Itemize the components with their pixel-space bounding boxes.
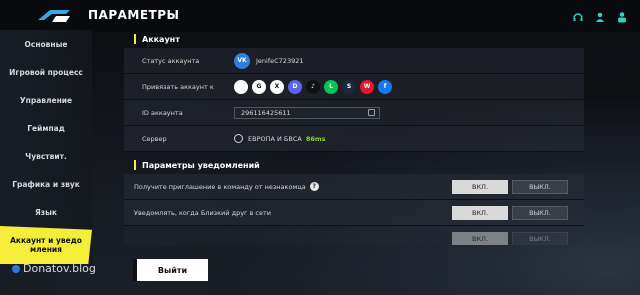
account-id-value: 296116425611 — [241, 108, 291, 117]
toggle-on-button[interactable]: ВКЛ. — [452, 231, 508, 245]
game-logo — [38, 10, 70, 22]
steam-icon[interactable]: S — [342, 79, 356, 94]
logout-button[interactable]: Выйти — [133, 259, 208, 281]
account-section-header: Аккаунт — [124, 30, 584, 48]
account-username: JenifeC723921 — [256, 56, 304, 65]
headset-icon[interactable] — [572, 8, 584, 21]
settings-sidebar: Основные Игровой процесс Управление Гейм… — [0, 30, 92, 265]
help-icon[interactable]: ? — [309, 182, 319, 191]
copy-icon[interactable] — [368, 109, 375, 116]
notifications-section-title: Параметры уведомлений — [142, 160, 260, 170]
notif-label: Уведомлять, когда Близкий друг в сети — [134, 208, 272, 217]
sidebar-item-account[interactable]: Аккаунт и уведо мления — [0, 226, 92, 264]
notif-toggle: ВКЛ. ВЫКЛ. — [452, 179, 568, 194]
server-value: ЕВРОПА И БВСА — [248, 134, 302, 143]
watermark-text: Donatov.blog — [23, 262, 96, 275]
sidebar-item-basic[interactable]: Основные — [0, 30, 92, 58]
apple-icon[interactable] — [234, 79, 248, 94]
notif-label: Получите приглашение в команду от незнак… — [134, 182, 306, 191]
page-title: ПАРАМЕТРЫ — [88, 8, 180, 22]
sidebar-item-account-label: Аккаунт и уведо мления — [10, 235, 82, 254]
notif-toggle: ВКЛ. ВЫКЛ. — [452, 231, 568, 245]
globe-icon — [234, 134, 243, 143]
settings-panel: Аккаунт Статус аккаунта VK JenifeC723921… — [124, 30, 584, 245]
server-row: Сервер ЕВРОПА И БВСА 86ms — [124, 126, 584, 152]
watermark: Donatov.blog — [12, 262, 96, 275]
google-icon[interactable]: G — [252, 79, 266, 94]
watermark-dot-icon — [12, 264, 20, 273]
account-id-label: ID аккаунта — [142, 108, 183, 117]
toggle-off-button[interactable]: ВЫКЛ. — [512, 231, 568, 245]
line-icon[interactable]: L — [324, 79, 338, 94]
toggle-off-button[interactable]: ВЫКЛ. — [512, 179, 568, 194]
notif-row-partial: ВКЛ. ВЫКЛ. — [124, 226, 584, 245]
tiktok-icon[interactable]: ♪ — [306, 79, 320, 94]
account-section-title: Аккаунт — [142, 34, 180, 44]
notifications-section-header: Параметры уведомлений — [124, 156, 584, 174]
social-link-list: G X D ♪ L S Wf — [234, 79, 392, 94]
discord-icon[interactable]: D — [288, 79, 302, 94]
vk-icon: VK — [234, 52, 250, 69]
link-account-label: Привязать аккаунт к — [142, 82, 214, 91]
sidebar-item-sensitivity[interactable]: Чувствит. — [0, 142, 92, 170]
notif-toggle: ВКЛ. ВЫКЛ. — [452, 205, 568, 220]
account-status-label: Статус аккаунта — [142, 56, 200, 65]
toggle-on-button[interactable]: ВКЛ. — [452, 179, 508, 194]
weibo-icon[interactable]: W — [360, 79, 374, 94]
ping-value: 86ms — [305, 134, 326, 143]
sidebar-item-language[interactable]: Язык — [0, 198, 92, 226]
account-status-row: Статус аккаунта VK JenifeC723921 — [124, 48, 584, 74]
sidebar-item-gamepad[interactable]: Геймпад — [0, 114, 92, 142]
account-id-row: ID аккаунта 296116425611 — [124, 100, 584, 126]
x-icon[interactable]: X — [270, 79, 284, 94]
account-id-field[interactable]: 296116425611 — [234, 106, 380, 119]
sidebar-item-controls[interactable]: Управление — [0, 86, 92, 114]
toggle-off-button[interactable]: ВЫКЛ. — [512, 205, 568, 220]
sidebar-item-gameplay[interactable]: Игровой процесс — [0, 58, 92, 86]
user-support-icon[interactable] — [594, 8, 606, 22]
facebook-icon[interactable]: f — [378, 79, 392, 94]
server-label: Сервер — [142, 134, 167, 143]
notif-row-friend-online: Уведомлять, когда Близкий друг в сети ВК… — [124, 200, 584, 226]
profile-icon[interactable] — [616, 8, 628, 23]
header-bar: ПАРАМЕТРЫ — [0, 0, 640, 32]
toggle-on-button[interactable]: ВКЛ. — [452, 205, 508, 220]
notif-row-stranger-invite: Получите приглашение в команду от незнак… — [124, 174, 584, 200]
link-account-row: Привязать аккаунт к G X D ♪ L S Wf — [124, 74, 584, 100]
sidebar-item-graphics-audio[interactable]: Графика и звук — [0, 170, 92, 198]
